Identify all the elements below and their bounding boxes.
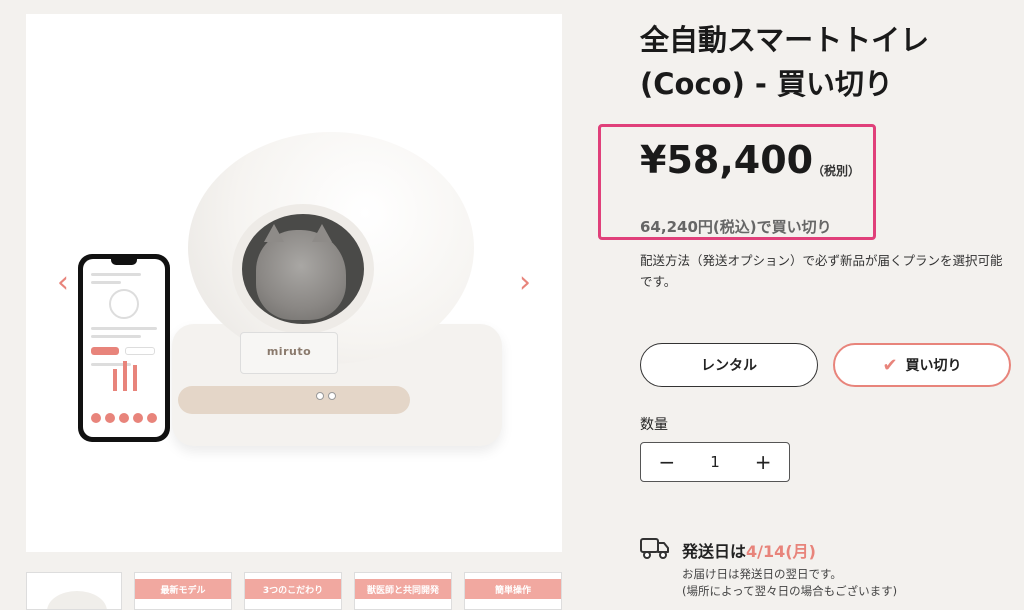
truck-icon [640,538,669,559]
thumbnail-3[interactable]: 3つのこだわり [244,572,342,610]
thumbnail-1[interactable] [26,572,122,610]
price: ¥58,400 [640,138,814,182]
device-button-icon [316,392,324,400]
quantity-decrease-button[interactable]: − [658,450,675,474]
gallery-prev-button[interactable]: ‹ [52,268,74,298]
shipping-date-prefix: 発送日は [682,542,747,561]
thumbnail-label: 簡単操作 [494,586,531,596]
brand-logo: miruto [266,345,312,358]
thumbnail-2[interactable]: 最新モデル [134,572,232,610]
product-gallery: miruto [26,14,562,552]
buy-option-label: 買い切り [905,358,962,374]
shipping-note-line1: お届け日は発送日の翌日です。 [682,567,842,581]
tax-included-price: 64,240円(税込)で買い切り [640,218,832,236]
quantity-increase-button[interactable]: + [755,450,772,474]
quantity-stepper: − 1 + [640,442,790,482]
litter-box-entrance [232,204,374,334]
buy-option-button[interactable]: ✔ 買い切り [833,343,1011,387]
rental-option-label: レンタル [701,358,757,374]
check-icon: ✔ [882,354,898,376]
tax-note: （税別） [812,164,861,178]
shipping-date: 4/14(月) [746,542,816,561]
thumbnail-label: 3つのこだわり [262,586,324,596]
thumbnail-label: 最新モデル [160,586,206,596]
shipping-date-title: 発送日は4/14(月) [682,538,816,562]
thumbnail-label: 獣医師と共同開発 [366,586,439,596]
brand-plate: miruto [240,332,338,374]
shipping-note-line2: (場所によって翌々日の場合もございます) [682,584,898,598]
smartphone-app-image [78,254,170,442]
quantity-label: 数量 [640,417,668,433]
gallery-next-button[interactable]: › [514,268,536,298]
shipping-note: お届け日は発送日の翌日です。 (場所によって翌々日の場合もございます) [682,566,897,600]
product-title-line2: (Coco) - 買い切り [640,67,894,101]
product-image: miruto [26,14,562,552]
thumbnail-5[interactable]: 簡単操作 [464,572,562,610]
thumbnail-strip: 最新モデル 3つのこだわり 獣医師と共同開発 簡単操作 [26,572,566,610]
cat-image [256,230,346,320]
product-title-line1: 全自動スマートトイレ [640,23,930,57]
delivery-note: 配送方法（発送オプション）で必ず新品が届くプランを選択可能です。 [640,253,1003,289]
quantity-value[interactable]: 1 [710,453,720,471]
device-button-icon [328,392,336,400]
thumbnail-4[interactable]: 獣医師と共同開発 [354,572,452,610]
rental-option-button[interactable]: レンタル [640,343,818,387]
product-title: 全自動スマートトイレ (Coco) - 買い切り [640,18,1000,106]
